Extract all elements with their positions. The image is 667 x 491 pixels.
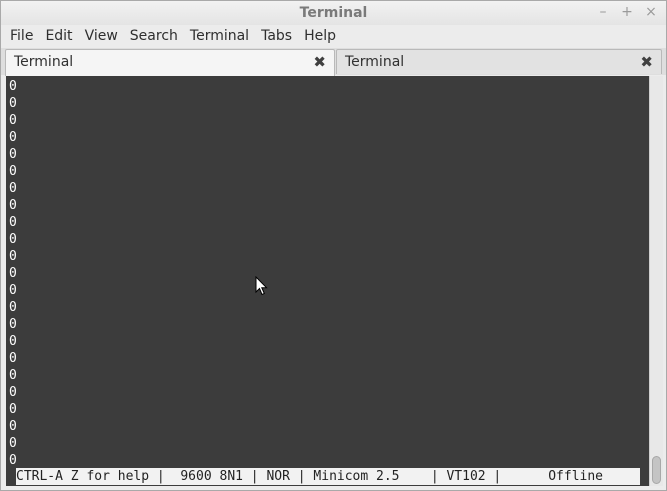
- terminal-line: 0: [9, 96, 17, 111]
- cursor-block: [6, 468, 10, 485]
- terminal-line: 0: [9, 283, 17, 298]
- terminal-line: 0: [9, 147, 17, 162]
- terminal-line: 0: [9, 164, 17, 179]
- terminal-line: 0: [9, 215, 17, 230]
- terminal-line: 0: [9, 351, 17, 366]
- mouse-pointer-icon: [255, 276, 268, 296]
- terminal-line: 0: [9, 385, 17, 400]
- menu-terminal[interactable]: Terminal: [184, 25, 255, 47]
- terminal-line: 0: [9, 249, 17, 264]
- tab-label: Terminal: [345, 54, 405, 70]
- minicom-status-line: CTRL-A Z for help | 9600 8N1 | NOR | Min…: [16, 468, 640, 485]
- tab-label: Terminal: [14, 54, 74, 70]
- terminal-line: 0: [9, 368, 17, 383]
- terminal-output: 0 0 0 0 0 0 0 0 0 0 0 0 0 0 0 0 0 0 0 0 0 0 0: [9, 78, 17, 469]
- tab-terminal-2[interactable]: Terminal ✖: [336, 49, 662, 74]
- close-icon[interactable]: ✖: [640, 53, 653, 71]
- terminal-window: Terminal – + × File Edit View Search Ter…: [0, 0, 667, 491]
- title-bar[interactable]: Terminal – + ×: [1, 1, 666, 25]
- menu-edit[interactable]: Edit: [39, 25, 78, 47]
- terminal-line: 0: [9, 317, 17, 332]
- terminal-line: 0: [9, 113, 17, 128]
- menu-tabs[interactable]: Tabs: [255, 25, 298, 47]
- terminal-line: 0: [9, 436, 17, 451]
- scrollbar-thumb[interactable]: [652, 456, 661, 484]
- menu-bar: File Edit View Search Terminal Tabs Help: [1, 25, 666, 47]
- terminal-line: 0: [9, 266, 17, 281]
- terminal-scrollbar[interactable]: [649, 76, 663, 486]
- menu-help[interactable]: Help: [298, 25, 342, 47]
- menu-file[interactable]: File: [4, 25, 39, 47]
- window-controls: – + ×: [596, 4, 658, 20]
- terminal-line: 0: [9, 419, 17, 434]
- terminal-screen[interactable]: 0 0 0 0 0 0 0 0 0 0 0 0 0 0 0 0 0 0 0 0 0 0 0 CTRL-A Z for hel…: [6, 76, 649, 486]
- tab-terminal-1[interactable]: Terminal ✖: [5, 49, 335, 76]
- window-title: Terminal: [299, 5, 368, 21]
- terminal-line: 0: [9, 181, 17, 196]
- terminal-line: 0: [9, 232, 17, 247]
- terminal-line: 0: [9, 300, 17, 315]
- terminal-line: 0: [9, 402, 17, 417]
- terminal-line: 0: [9, 334, 17, 349]
- close-window-button[interactable]: ×: [644, 4, 658, 20]
- menu-view[interactable]: View: [79, 25, 124, 47]
- close-icon[interactable]: ✖: [313, 53, 326, 71]
- terminal-line: 0: [9, 130, 17, 145]
- maximize-button[interactable]: +: [620, 4, 634, 20]
- tab-bar: Terminal ✖ Terminal ✖: [1, 48, 666, 76]
- menu-search[interactable]: Search: [124, 25, 184, 47]
- terminal-line: 0: [9, 453, 17, 468]
- minimize-button[interactable]: –: [596, 4, 610, 20]
- terminal-line: 0: [9, 79, 17, 94]
- terminal-line: 0: [9, 198, 17, 213]
